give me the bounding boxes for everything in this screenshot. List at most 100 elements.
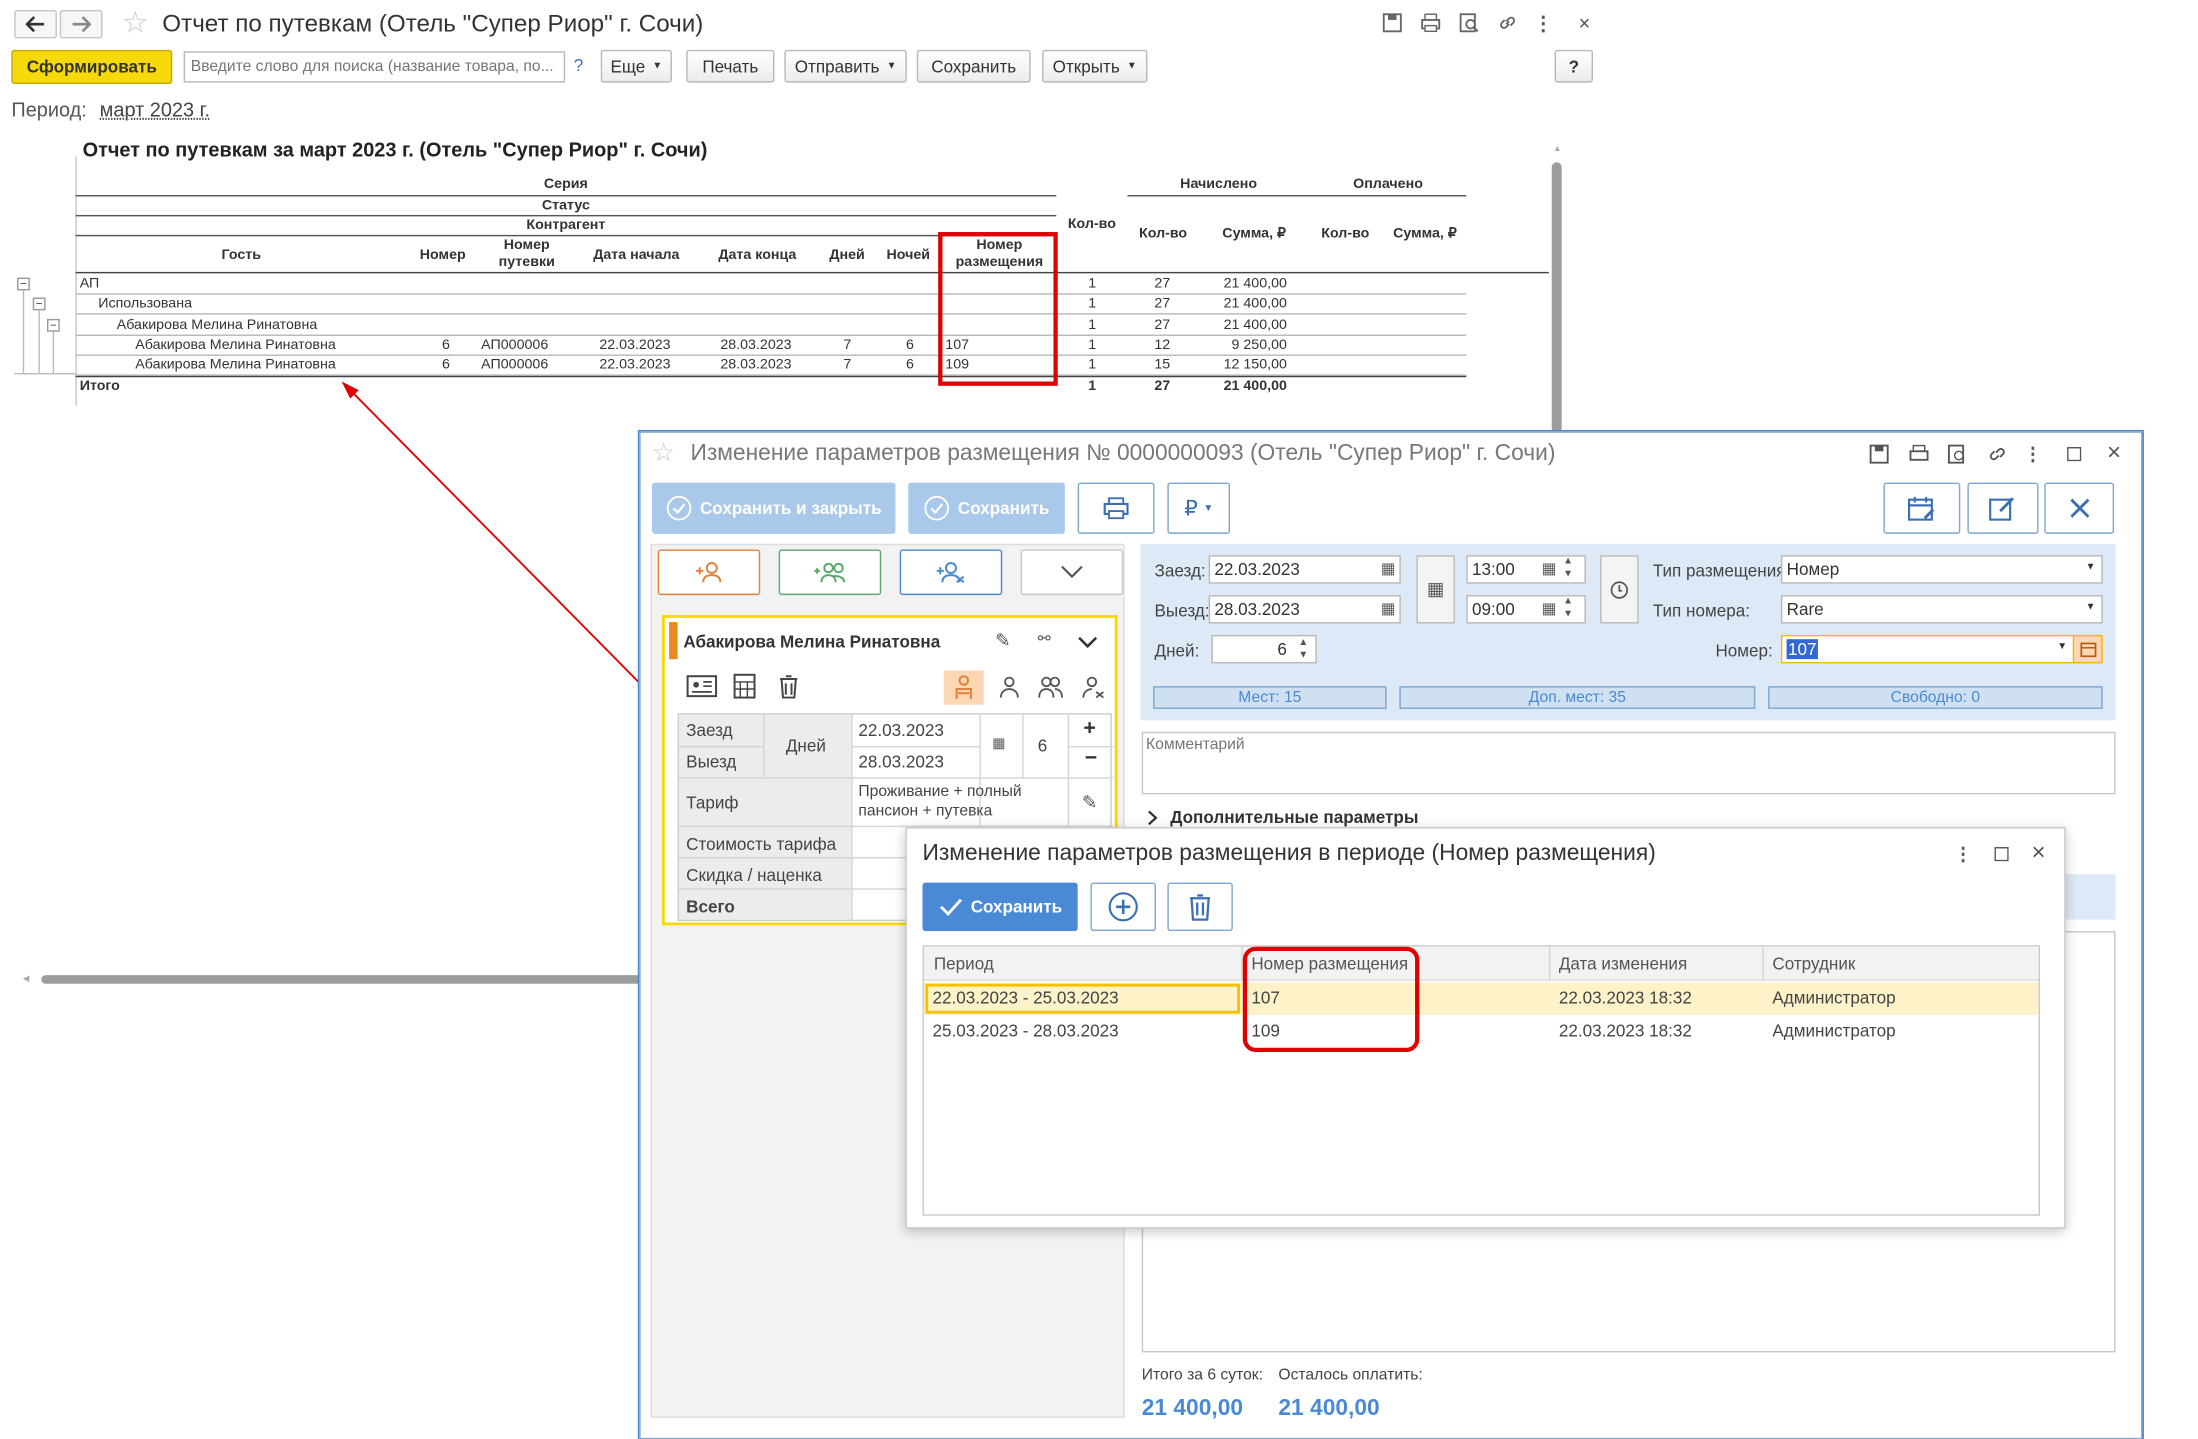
comment-field[interactable] — [1141, 731, 2116, 795]
edit-pencil-icon[interactable]: ✎ — [1082, 792, 1098, 815]
total-amount: 21 400,00 — [1141, 1396, 1244, 1421]
id-card-icon[interactable] — [686, 675, 718, 705]
calendar-icon — [1907, 496, 1935, 521]
favorite-star-icon[interactable]: ☆ — [652, 438, 675, 468]
currency-button[interactable]: ₽ ▼ — [1167, 482, 1230, 534]
ruble-icon: ₽ — [1184, 496, 1198, 522]
add-group-button[interactable] — [778, 549, 882, 596]
free-badge: Свободно: 0 — [1768, 686, 2103, 709]
period-dialog: Изменение параметров размещения в период… — [905, 827, 2066, 1229]
more-vertical-icon[interactable]: ⋮ — [2022, 443, 2045, 466]
days-label: Дней: — [1154, 640, 1200, 661]
column-header-employee[interactable]: Сотрудник — [1772, 954, 1855, 974]
cell-changed: 22.03.2023 18:32 — [1558, 1020, 1692, 1041]
person-remove-icon — [936, 562, 965, 584]
days-cell[interactable]: 6 — [1038, 736, 1048, 756]
time-spinner[interactable]: ▲ ▼ — [1563, 555, 1573, 581]
grid-line — [1022, 714, 1024, 778]
print-icon — [1103, 497, 1129, 520]
link-icon[interactable] — [1986, 443, 2009, 466]
time-spinner[interactable]: ▲ ▼ — [1563, 595, 1573, 621]
left-to-pay-label: Осталось оплатить: — [1278, 1366, 1423, 1384]
checkin-label: Заезд: — [1154, 560, 1206, 581]
days-spinner[interactable]: ▲ ▼ — [1298, 636, 1308, 662]
column-header-period[interactable]: Период — [934, 954, 994, 974]
checkout-date-cell[interactable]: 28.03.2023 — [858, 752, 944, 772]
grid-line — [679, 745, 764, 748]
room-select[interactable]: 107 ▼ — [1780, 634, 2103, 664]
dropdown-icon: ▼ — [2057, 642, 2068, 653]
dropdown-icon: ▼ — [2085, 602, 2096, 613]
checkout-time-value: 09:00 — [1472, 599, 1515, 620]
calendar-icon[interactable]: ▦ — [1381, 599, 1396, 618]
checkout-label: Выезд — [686, 751, 737, 772]
calendar-icon[interactable]: ▦ — [992, 736, 1005, 752]
room-history-button[interactable] — [2072, 634, 2103, 664]
close-icon — [2069, 498, 2089, 518]
places-badge: Мест: 15 — [1153, 686, 1387, 709]
days-value: 6 — [1277, 639, 1287, 660]
tariff-cost-label: Стоимость тарифа — [686, 834, 837, 855]
column-header-changed[interactable]: Дата изменения — [1559, 954, 1687, 974]
group-icon[interactable] — [1038, 676, 1064, 706]
clock-small-icon[interactable]: ▦ — [1542, 599, 1557, 618]
checkout-date-value: 28.03.2023 — [1214, 599, 1300, 620]
maximize-icon[interactable] — [2063, 443, 2086, 466]
extra-places-badge: Доп. мест: 35 — [1399, 686, 1756, 709]
edit-pencil-icon[interactable]: ✎ — [995, 629, 1011, 652]
link-off-icon[interactable]: ⚯ — [1038, 629, 1051, 648]
chevron-right-icon — [1148, 809, 1158, 825]
close-icon[interactable]: × — [2027, 839, 2050, 866]
maximize-icon[interactable] — [1990, 843, 2013, 866]
extra-params-toggle[interactable]: Дополнительные параметры — [1147, 807, 1418, 827]
save-button[interactable]: Сохранить — [908, 482, 1065, 534]
add-person-icon — [696, 562, 722, 583]
save-file-icon[interactable] — [1868, 443, 1891, 466]
checkin-date-value: 22.03.2023 — [1214, 559, 1300, 580]
add-row-button[interactable] — [1090, 882, 1156, 932]
calendar-icon[interactable]: ▦ — [1381, 559, 1396, 578]
guest-marker — [669, 622, 678, 660]
tariff-label: Тариф — [686, 792, 739, 813]
check-circle-icon — [924, 495, 949, 521]
person-icon[interactable] — [999, 676, 1019, 706]
edit-button[interactable] — [1967, 482, 2039, 534]
calculator-icon[interactable] — [733, 673, 756, 706]
clock-small-icon[interactable]: ▦ — [1542, 559, 1557, 578]
placement-type-select[interactable]: Номер ▼ — [1780, 555, 2103, 584]
remove-guest-button[interactable] — [899, 549, 1003, 596]
chevron-down-icon[interactable] — [1078, 631, 1098, 657]
tariff-value[interactable]: Проживание + полный пансион + путевка — [858, 782, 1057, 822]
print-button[interactable] — [1077, 482, 1155, 534]
expand-button[interactable] — [1020, 549, 1124, 596]
minus-icon[interactable]: − — [1085, 746, 1097, 770]
save-close-label: Сохранить и закрыть — [699, 498, 882, 519]
person-remove-icon[interactable] — [1082, 676, 1105, 706]
more-vertical-icon[interactable]: ⋮ — [1952, 843, 1975, 866]
save-close-button[interactable]: Сохранить и закрыть — [652, 482, 896, 534]
room-type-select[interactable]: Rare ▼ — [1780, 595, 2103, 624]
calendar-edit-button[interactable] — [1883, 482, 1961, 534]
dialog-save-button[interactable]: Сохранить — [922, 882, 1078, 932]
grid-line — [763, 714, 765, 778]
clock-button[interactable] — [1600, 555, 1639, 624]
checkin-date-field[interactable]: 22.03.2023 — [1208, 555, 1401, 584]
cancel-button[interactable] — [2044, 482, 2115, 534]
days-label: Дней — [785, 736, 826, 756]
dates-calendar-button[interactable]: ▦ — [1416, 555, 1455, 624]
checkout-label: Выезд: — [1154, 600, 1210, 621]
checkout-date-field[interactable]: 28.03.2023 — [1208, 595, 1401, 624]
person-adult-icon[interactable] — [943, 670, 984, 705]
preview-icon[interactable] — [1946, 443, 1969, 466]
plus-icon[interactable]: + — [1083, 716, 1095, 740]
add-guest-button[interactable] — [657, 549, 761, 596]
checkin-date-cell[interactable]: 22.03.2023 — [858, 720, 944, 740]
delete-row-button[interactable] — [1167, 882, 1233, 932]
close-icon[interactable]: × — [2103, 438, 2126, 465]
table-row[interactable]: 25.03.2023 - 28.03.2023 109 22.03.2023 18:… — [924, 1015, 2039, 1048]
total-label: Всего — [686, 896, 735, 917]
trash-icon[interactable] — [779, 673, 799, 706]
table-row[interactable]: 22.03.2023 - 25.03.2023 107 22.03.2023 18:… — [923, 982, 2039, 1016]
dropdown-icon: ▼ — [1203, 503, 1214, 514]
print-icon[interactable] — [1908, 443, 1931, 466]
